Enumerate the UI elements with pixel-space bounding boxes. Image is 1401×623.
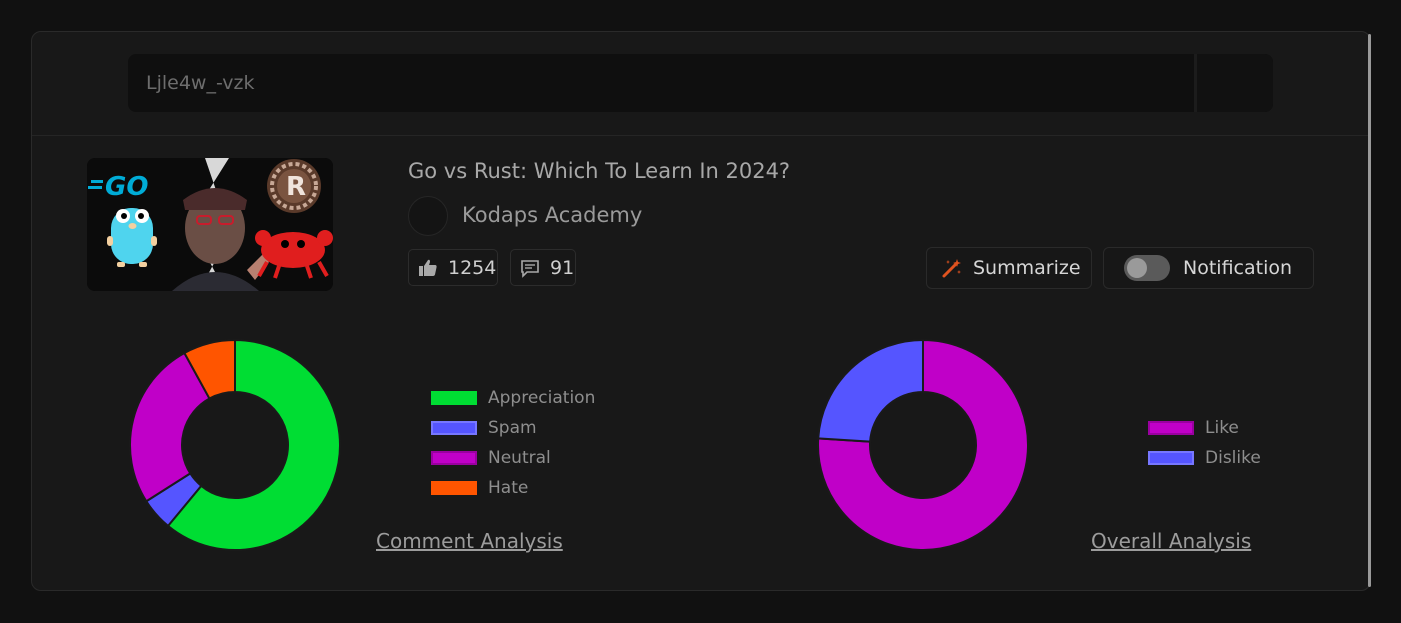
search-input[interactable] xyxy=(128,54,1194,112)
comment-analysis-donut-chart xyxy=(129,338,341,551)
thumbs-up-icon xyxy=(418,258,438,278)
summarize-button[interactable]: Summarize xyxy=(926,247,1092,289)
video-title[interactable]: Go vs Rust: Which To Learn In 2024? xyxy=(408,159,790,183)
legend-swatch xyxy=(1148,421,1194,435)
likes-count-badge: 1254 xyxy=(408,249,498,286)
legend-label: Hate xyxy=(488,478,529,498)
comment-analysis-link[interactable]: Comment Analysis xyxy=(376,529,563,553)
scrollbar[interactable] xyxy=(1368,34,1371,587)
legend-label: Dislike xyxy=(1205,448,1261,468)
overall-analysis-donut-chart xyxy=(817,338,1029,551)
legend-label: Like xyxy=(1205,418,1239,438)
comment-analysis-legend: Appreciation Spam Neutral Hate xyxy=(431,383,595,503)
legend-swatch xyxy=(431,481,477,495)
legend-item-neutral[interactable]: Neutral xyxy=(431,443,595,473)
legend-label: Neutral xyxy=(488,448,551,468)
rust-logo: R xyxy=(267,159,321,213)
legend-item-hate[interactable]: Hate xyxy=(431,473,595,503)
legend-item-like[interactable]: Like xyxy=(1148,413,1261,443)
channel-avatar[interactable] xyxy=(408,196,448,236)
legend-item-dislike[interactable]: Dislike xyxy=(1148,443,1261,473)
comment-icon xyxy=(520,258,540,278)
legend-label: Appreciation xyxy=(488,388,596,408)
notification-label: Notification xyxy=(1183,257,1293,279)
legend-swatch xyxy=(431,391,477,405)
likes-count: 1254 xyxy=(448,256,497,279)
slice-dislike[interactable] xyxy=(817,338,924,443)
legend-label: Spam xyxy=(488,418,537,438)
go-logo-text: GO xyxy=(105,172,148,202)
video-thumbnail[interactable]: GO R xyxy=(87,158,333,291)
search-bar xyxy=(128,54,1273,112)
comments-count: 91 xyxy=(550,256,575,279)
overall-analysis-legend: Like Dislike xyxy=(1148,413,1261,473)
channel-name[interactable]: Kodaps Academy xyxy=(462,203,642,227)
legend-swatch xyxy=(431,421,477,435)
legend-swatch xyxy=(1148,451,1194,465)
legend-item-appreciation[interactable]: Appreciation xyxy=(431,383,595,413)
notification-toggle-button[interactable]: Notification xyxy=(1103,247,1314,289)
magic-wand-icon xyxy=(941,257,963,279)
header-divider xyxy=(32,135,1368,136)
comments-count-badge: 91 xyxy=(510,249,576,286)
toggle-knob xyxy=(1127,258,1147,278)
rust-logo-text: R xyxy=(286,172,306,202)
legend-swatch xyxy=(431,451,477,465)
notification-toggle[interactable] xyxy=(1124,255,1170,281)
overall-analysis-link[interactable]: Overall Analysis xyxy=(1091,529,1251,553)
legend-item-spam[interactable]: Spam xyxy=(431,413,595,443)
search-button[interactable] xyxy=(1197,54,1273,112)
summarize-label: Summarize xyxy=(973,257,1081,279)
